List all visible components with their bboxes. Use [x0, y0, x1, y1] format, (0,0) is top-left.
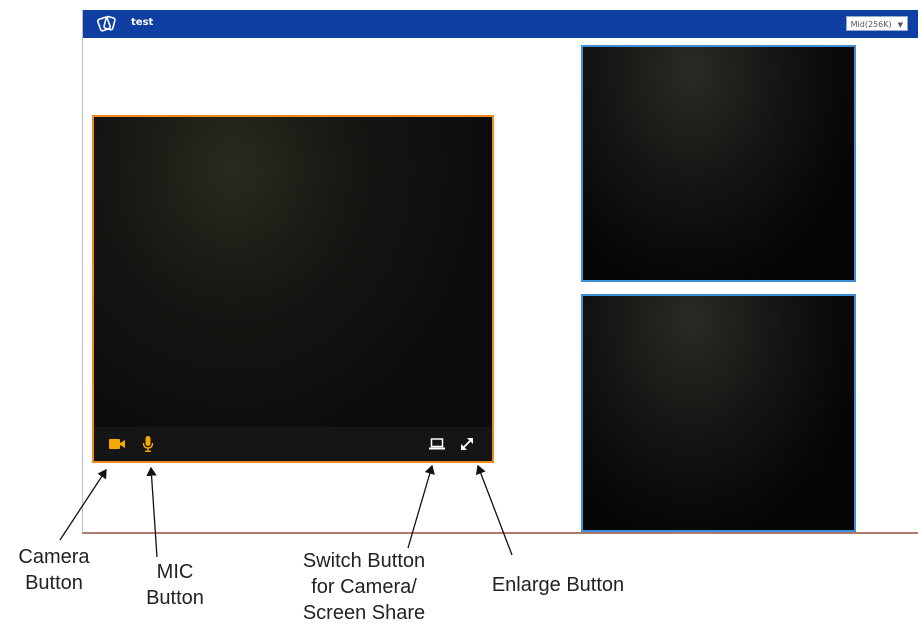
- remote-video-1: [581, 45, 856, 282]
- remote-video-2: [581, 294, 856, 532]
- main-video-feed: [94, 117, 492, 427]
- video-camera-icon: [109, 439, 125, 449]
- main-video-panel: [92, 115, 494, 463]
- chevron-down-icon: ▼: [897, 21, 903, 29]
- room-name: test: [131, 17, 154, 28]
- enlarge-button-annotation: Enlarge Button: [491, 574, 625, 596]
- switch-button-annotation: Switch Button for Camera/ Screen Share: [302, 550, 426, 624]
- expand-arrows-icon: [461, 438, 473, 450]
- camera-button-annotation: Camera Button: [18, 546, 90, 594]
- microphone-icon: [142, 436, 154, 452]
- video-controls-bar: [94, 427, 492, 461]
- app-logo-icon: [97, 14, 117, 34]
- camera-button[interactable]: [108, 435, 126, 453]
- mic-button-annotation: MIC Button: [146, 561, 204, 609]
- laptop-icon: [429, 438, 445, 450]
- top-bar: test Mid(256K) ▼: [83, 10, 918, 38]
- mic-button[interactable]: [139, 435, 157, 453]
- quality-select-value: Mid(256K): [850, 20, 892, 29]
- quality-select[interactable]: Mid(256K) ▼: [845, 16, 908, 31]
- switch-camera-screenshare-button[interactable]: [428, 435, 446, 453]
- enlarge-button[interactable]: [458, 435, 476, 453]
